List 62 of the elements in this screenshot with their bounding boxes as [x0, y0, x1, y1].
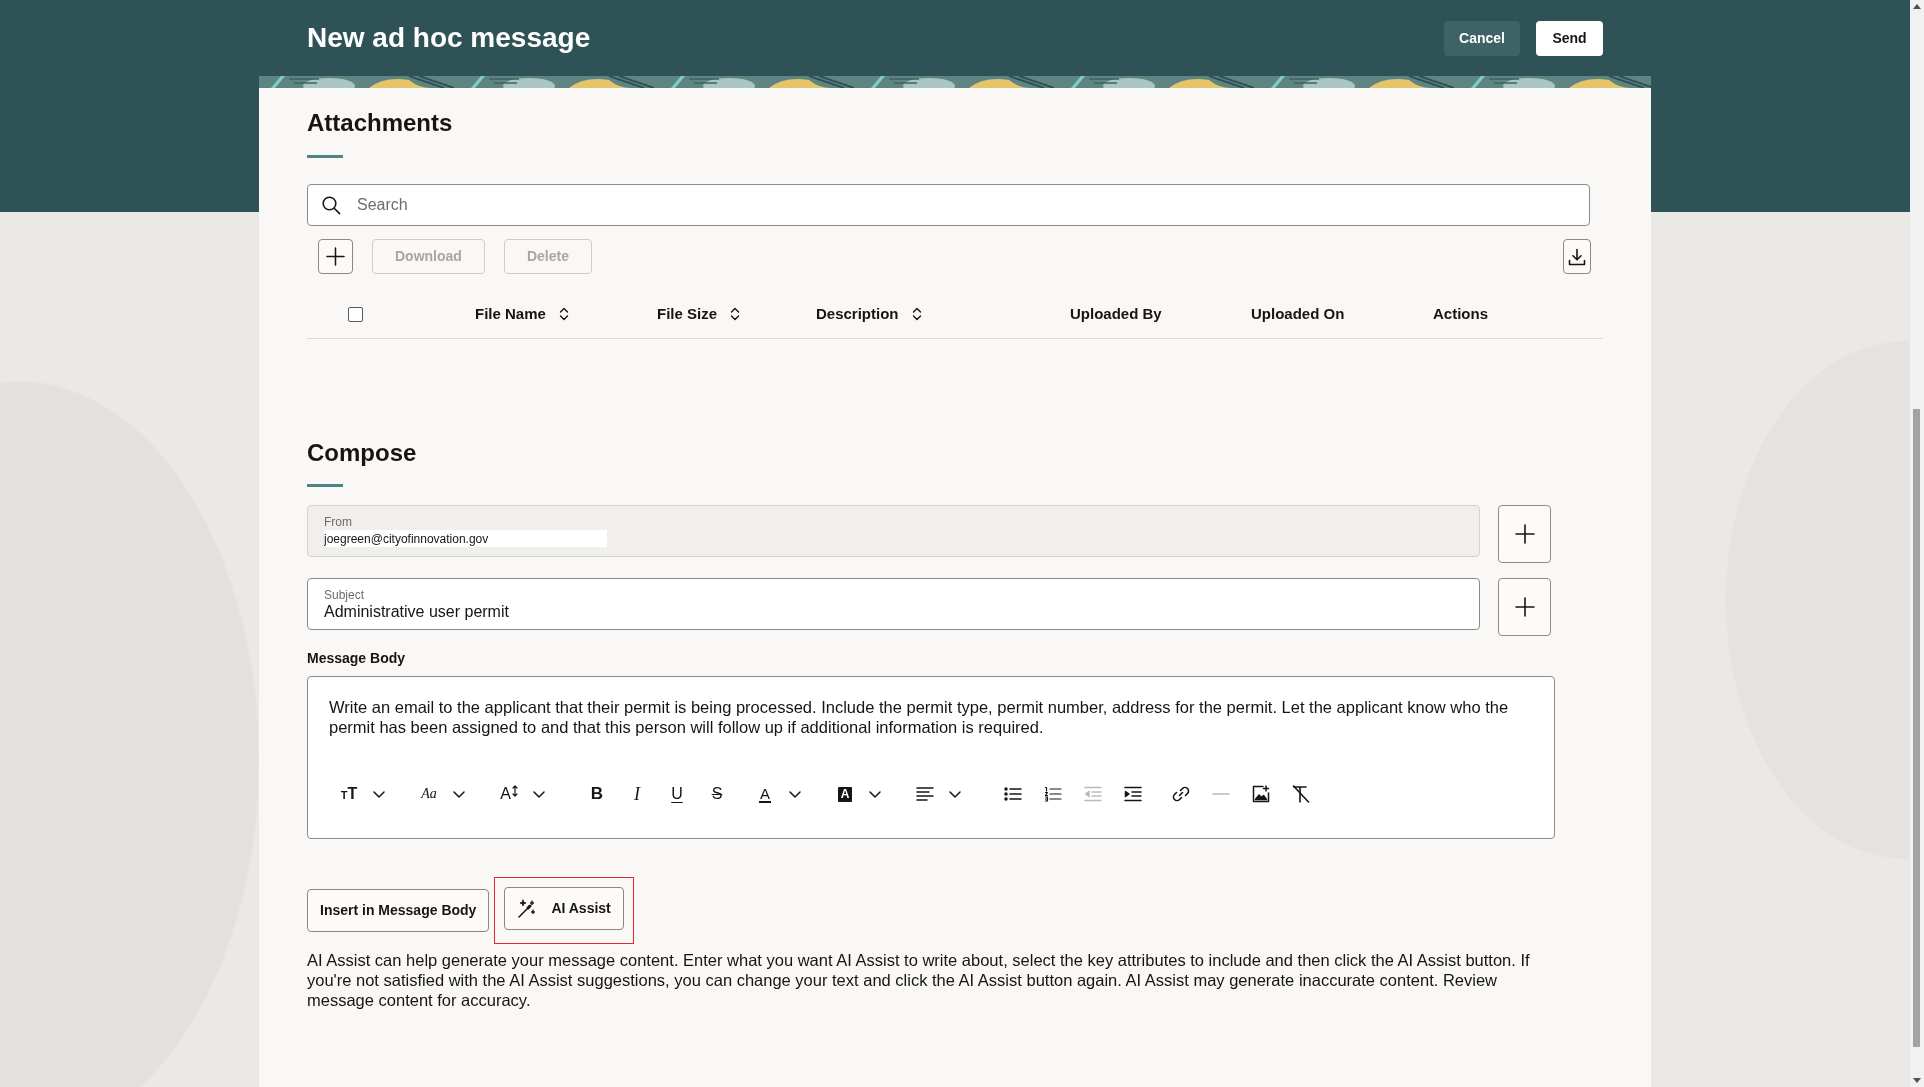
scroll-up-icon	[1913, 4, 1921, 9]
search-field[interactable]: Search	[307, 184, 1590, 226]
search-input[interactable]: Search	[357, 193, 1575, 217]
export-button[interactable]	[1563, 239, 1591, 274]
section-heading: Attachments	[307, 108, 454, 137]
select-all-checkbox[interactable]	[348, 306, 363, 322]
message-text: Write an email to the applicant that their permit is being processed. Include the permit type, permit number, address for the permit. Let the applicant know who the permit has been assigned to and that this person will follow up if additional information is required.	[329, 697, 1510, 737]
sort-icon	[911, 307, 922, 321]
align-left-icon	[916, 786, 934, 802]
plus-icon	[1514, 524, 1535, 544]
sort-icon	[730, 307, 741, 321]
scrollbar-thumb[interactable]	[1912, 409, 1920, 1047]
outdent-icon	[1084, 786, 1102, 802]
column-header: Uploaded By	[1070, 303, 1163, 324]
size-arrows-icon	[511, 785, 518, 797]
indent-icon	[1124, 786, 1142, 802]
subject-input[interactable]: Administrative user permit	[324, 602, 1463, 622]
send-button[interactable]: Send	[1536, 20, 1603, 56]
plus-icon	[326, 247, 345, 266]
sort-icon	[558, 307, 569, 321]
search-icon	[322, 195, 341, 215]
subject-field[interactable]: Subject Administrative user permit	[307, 578, 1480, 630]
image-icon	[1252, 785, 1270, 803]
column-header[interactable]: File Name	[475, 302, 657, 326]
cancel-button[interactable]: Cancel	[1444, 20, 1520, 56]
link-icon	[1172, 785, 1190, 803]
strikethrough-button[interactable]: S	[697, 778, 737, 810]
heading-underline	[307, 484, 343, 487]
column-header: Uploaded On	[1251, 303, 1346, 324]
font-button[interactable]: Aa	[409, 778, 475, 810]
field-label: From	[324, 515, 352, 529]
add-button[interactable]	[318, 239, 353, 274]
scroll-down-icon	[1913, 1078, 1921, 1083]
add-button[interactable]	[1498, 578, 1551, 636]
ai-assist-button[interactable]: AI Assist	[504, 887, 624, 930]
download-icon	[1568, 247, 1586, 266]
help-text: AI Assist can help generate your message content. Enter what you want AI Assist to write about, select the key attributes to include and then click the AI Assist button. If you're not satisfied with the AI Assist suggestions, you can change your text and click the AI Assist button again. AI Assist may generate inaccurate content. Review message content for accuracy.	[307, 950, 1531, 1010]
insert-button[interactable]: Insert in Message Body	[307, 889, 490, 932]
text-size-button[interactable]: TT	[329, 778, 395, 810]
italic-button[interactable]: I	[617, 778, 657, 810]
plus-icon	[1514, 597, 1535, 617]
column-header[interactable]: Description	[816, 302, 1070, 326]
bullet-list-icon	[1004, 786, 1022, 802]
section-heading: Compose	[307, 438, 418, 467]
underline-button[interactable]: U	[657, 778, 697, 810]
column-header[interactable]: File Size	[657, 302, 816, 326]
scrollbar[interactable]	[1910, 0, 1924, 1087]
horizontal-line-icon	[1212, 792, 1230, 796]
highlight-color-button[interactable]: A	[825, 778, 891, 810]
heading-underline	[307, 155, 343, 158]
add-button[interactable]	[1498, 505, 1551, 563]
magic-wand-icon	[517, 898, 538, 919]
field-label: Message Body	[307, 649, 406, 668]
numbered-list-icon	[1044, 786, 1062, 802]
column-header: Actions	[1433, 303, 1489, 324]
clear-format-icon	[1292, 785, 1310, 803]
bold-button[interactable]: B	[577, 778, 617, 810]
font-size-button[interactable]: A	[489, 778, 555, 810]
font-color-button[interactable]: A	[745, 778, 811, 810]
page-title: New ad hoc message	[307, 21, 591, 55]
field-label: Subject	[324, 588, 365, 602]
message-editor[interactable]	[307, 676, 1555, 839]
